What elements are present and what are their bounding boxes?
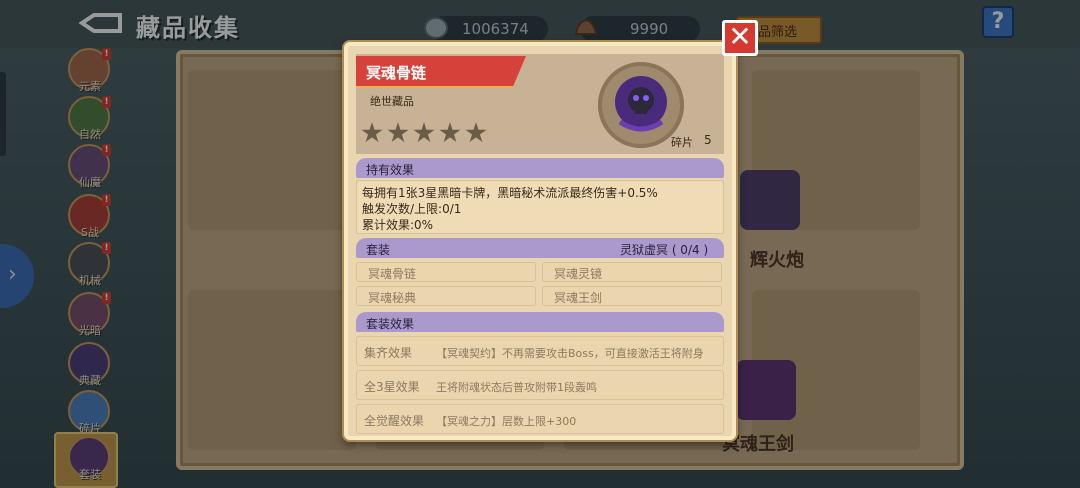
star-icon (387, 122, 409, 143)
set-effect-label: 集齐效果 (364, 346, 413, 360)
holding-effect-title: 持有效果 (366, 163, 415, 177)
effect-line: 累计效果:0% (362, 218, 434, 232)
set-effect-label: 全觉醒效果 (364, 414, 425, 428)
set-effect-desc: 【冥魂之力】层数上限+300 (436, 415, 577, 428)
set-item-label: 冥魂王剑 (554, 291, 603, 305)
set-title: 套装 (366, 243, 391, 257)
star-rating (361, 122, 487, 148)
effect-line: 每拥有1张3星黑暗卡牌，黑暗秘术流派最终伤害+0.5% (362, 186, 658, 200)
item-name: 冥魂骨链 (366, 64, 427, 82)
set-effects-title: 套装效果 (366, 317, 415, 331)
close-button[interactable]: ✕ (722, 20, 758, 56)
set-effect-desc: 【冥魂契约】不再需要攻击Boss，可直接激活王将附身 (436, 347, 704, 360)
fragments-count: 5 (704, 133, 712, 147)
item-rarity: 绝世藏品 (370, 95, 414, 108)
star-icon (439, 122, 461, 143)
set-effect-desc: 王将附魂状态后普攻附带1段轰鸣 (436, 381, 597, 394)
set-item-label: 冥魂灵镜 (554, 267, 603, 281)
set-name: 灵狱虚冥 ( 0/4 ) (620, 243, 709, 257)
star-icon (413, 122, 435, 143)
close-icon: ✕ (728, 20, 752, 53)
star-icon (361, 122, 383, 143)
fragments-label: 碎片 (671, 136, 693, 149)
set-item-label: 冥魂秘典 (368, 291, 417, 305)
set-item-label: 冥魂骨链 (368, 267, 417, 281)
effect-line: 触发次数/上限:0/1 (362, 202, 462, 216)
skull-necklace-icon (615, 76, 667, 132)
star-icon (465, 122, 487, 143)
set-effect-label: 全3星效果 (364, 380, 420, 394)
